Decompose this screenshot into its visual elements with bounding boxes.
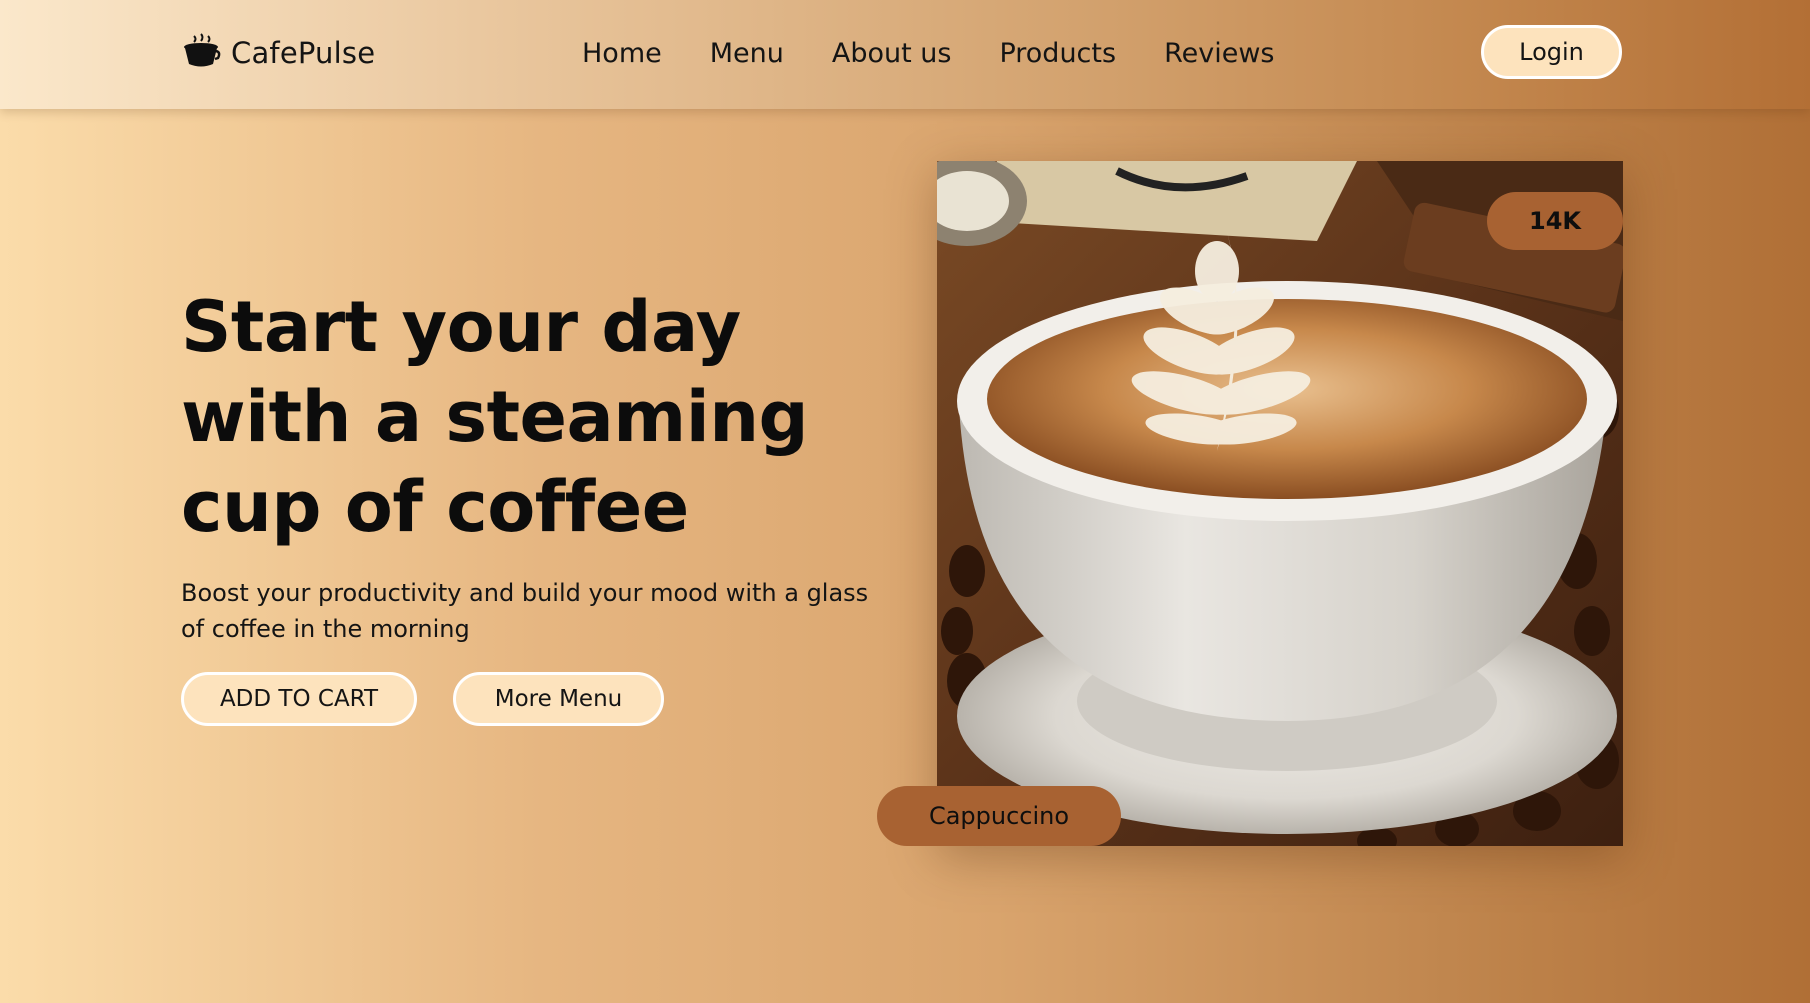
brand-logo[interactable]: CafePulse bbox=[181, 33, 375, 73]
hero-title: Start your day with a steaming cup of co… bbox=[181, 286, 809, 548]
navbar: CafePulse Home Menu About us Products Re… bbox=[0, 0, 1810, 109]
count-badge: 14K bbox=[1487, 192, 1623, 250]
nav-link-reviews[interactable]: Reviews bbox=[1164, 38, 1274, 69]
more-menu-button[interactable]: More Menu bbox=[453, 672, 664, 726]
nav-link-menu[interactable]: Menu bbox=[710, 38, 784, 69]
main-nav: Home Menu About us Products Reviews bbox=[582, 33, 1322, 73]
brand-name: CafePulse bbox=[231, 36, 376, 70]
login-button[interactable]: Login bbox=[1481, 25, 1622, 79]
product-name-badge: Cappuccino bbox=[877, 786, 1121, 846]
cappuccino-photo bbox=[937, 161, 1623, 846]
nav-link-about-us[interactable]: About us bbox=[832, 38, 952, 69]
coffee-cup-icon bbox=[181, 33, 221, 73]
nav-link-products[interactable]: Products bbox=[999, 38, 1116, 69]
hero-subtitle: Boost your productivity and build your m… bbox=[181, 579, 869, 643]
nav-link-home[interactable]: Home bbox=[582, 38, 662, 69]
add-to-cart-button[interactable]: ADD TO CART bbox=[181, 672, 417, 726]
